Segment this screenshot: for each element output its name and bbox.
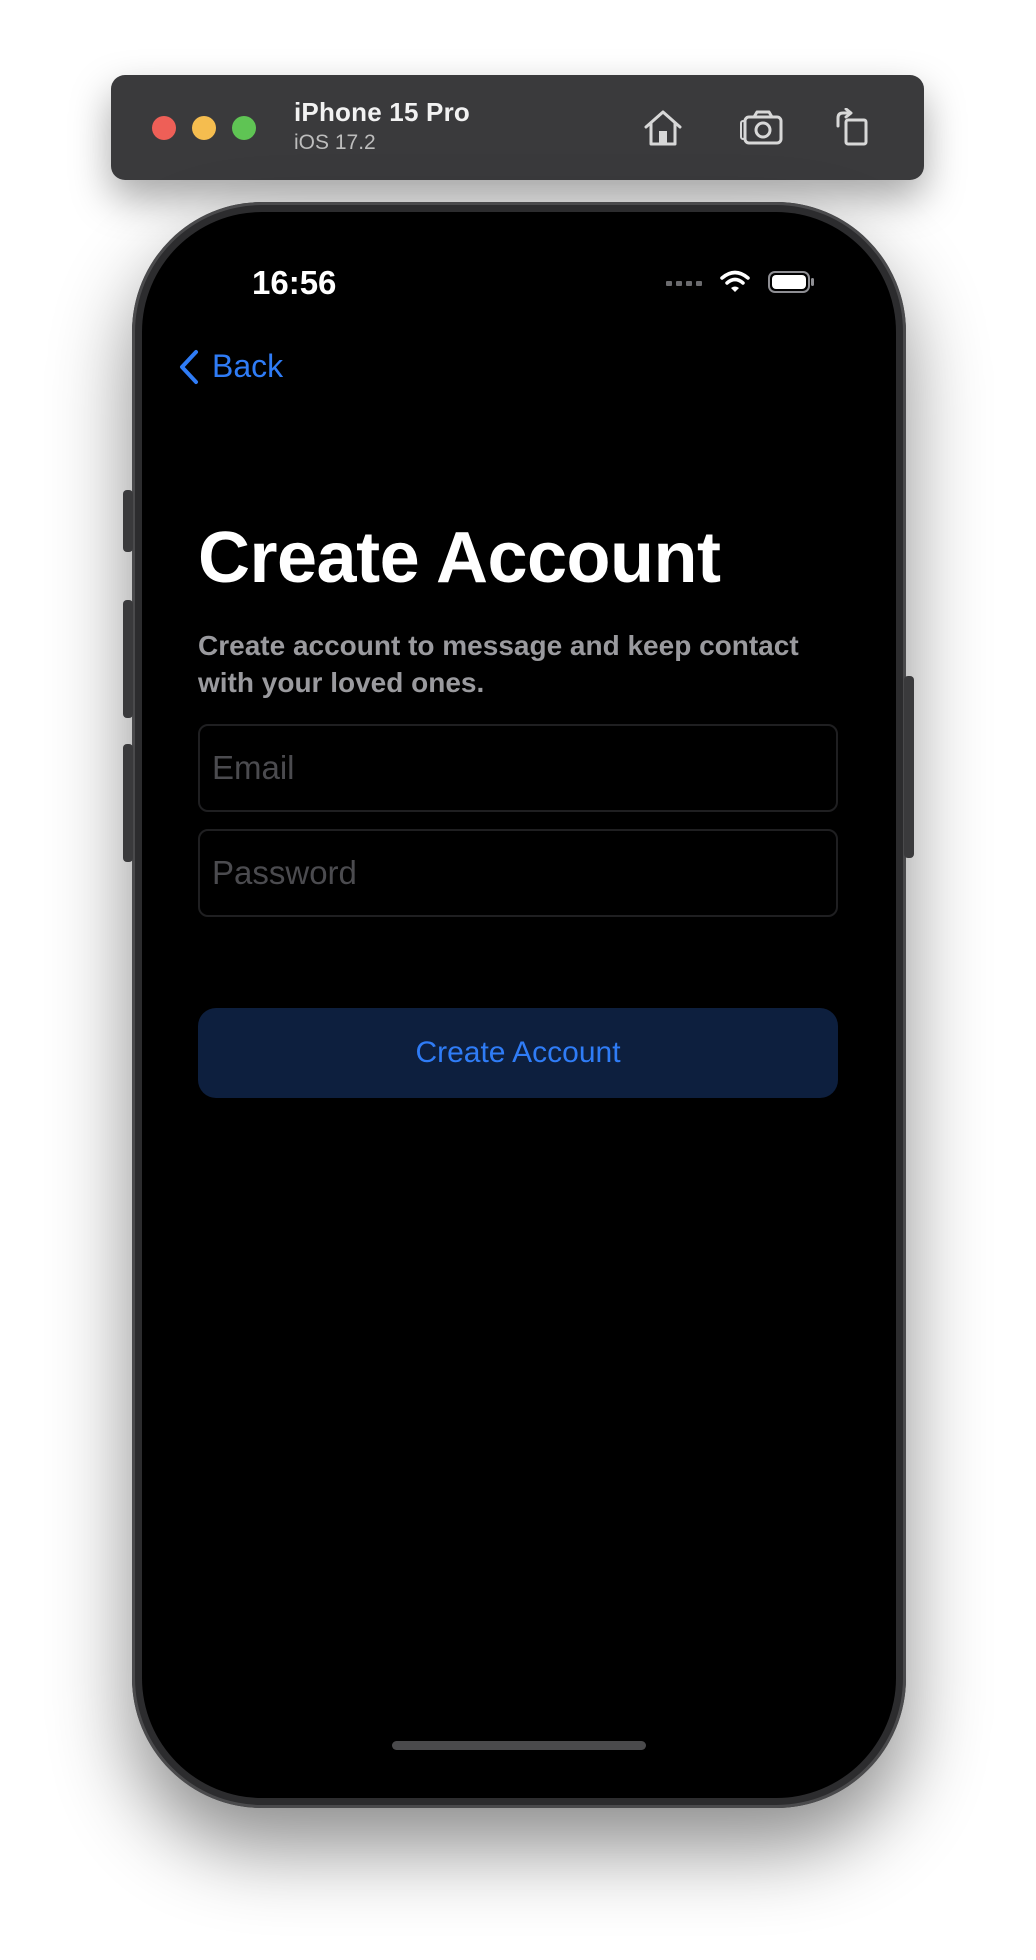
back-button[interactable]: Back	[178, 348, 283, 385]
status-time: 16:56	[252, 264, 337, 301]
email-field[interactable]: Email	[198, 724, 838, 812]
screenshot-button[interactable]	[737, 103, 787, 153]
rotate-icon	[836, 108, 868, 146]
power-button[interactable]	[904, 676, 914, 858]
password-placeholder: Password	[212, 854, 357, 891]
email-placeholder: Email	[212, 749, 295, 786]
create-account-label: Create Account	[415, 1036, 621, 1069]
create-account-button[interactable]: Create Account	[198, 1008, 838, 1098]
close-window-button[interactable]	[152, 116, 176, 140]
battery-icon	[768, 271, 814, 293]
wifi-icon	[720, 270, 750, 292]
rotate-button[interactable]	[827, 103, 877, 153]
minimize-window-button[interactable]	[192, 116, 216, 140]
page-title: Create Account	[198, 518, 721, 598]
password-field[interactable]: Password	[198, 829, 838, 917]
phone-screen: 16:56 Back Create Account Create account…	[142, 212, 896, 1798]
signal-icon	[666, 281, 702, 286]
simulator-toolbar: iPhone 15 Pro iOS 17.2	[111, 75, 924, 180]
zoom-window-button[interactable]	[232, 116, 256, 140]
home-indicator[interactable]	[392, 1741, 646, 1750]
volume-down-button[interactable]	[123, 744, 133, 862]
screenshot-icon	[740, 110, 783, 145]
home-button[interactable]	[638, 103, 688, 153]
chevron-left-icon	[180, 349, 198, 384]
back-label: Back	[212, 348, 284, 384]
action-button[interactable]	[123, 490, 133, 552]
os-version: iOS 17.2	[294, 131, 376, 154]
status-icons	[666, 270, 816, 294]
device-name: iPhone 15 Pro	[294, 97, 470, 127]
home-icon	[644, 110, 682, 146]
page-subtitle: Create account to message and keep conta…	[198, 630, 799, 698]
volume-up-button[interactable]	[123, 600, 133, 718]
